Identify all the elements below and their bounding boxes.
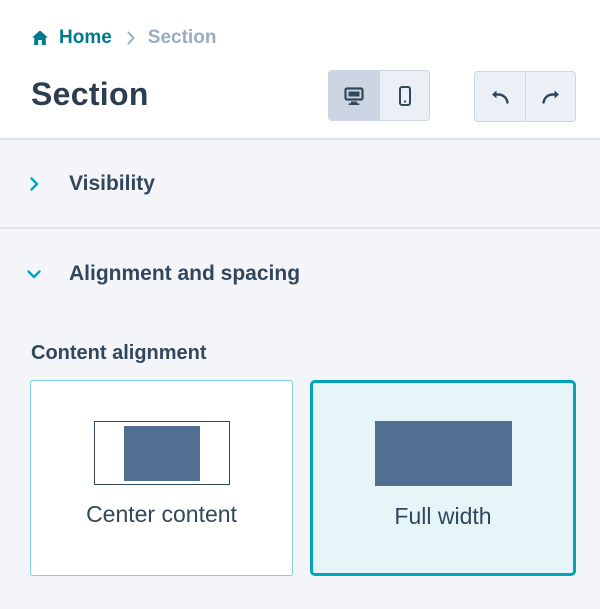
full-width-caption: Full width (394, 503, 492, 529)
undo-icon (492, 90, 509, 104)
breadcrumb-home-label: Home (59, 27, 112, 48)
chevron-right-icon (30, 177, 39, 191)
chevron-right-icon (126, 31, 136, 45)
redo-button[interactable] (525, 72, 575, 121)
chevron-down-icon (27, 270, 41, 279)
center-content-option[interactable]: Center content (30, 380, 293, 576)
section-label-alignment: Alignment and spacing (69, 262, 301, 285)
center-content-caption: Center content (86, 501, 237, 527)
full-width-option[interactable]: Full width (310, 380, 576, 576)
panel-header: Home Section Section (0, 0, 600, 140)
undo-button[interactable] (475, 72, 525, 121)
content-alignment-label: Content alignment (31, 342, 207, 364)
full-width-preview (375, 421, 512, 486)
page-title: Section (31, 76, 149, 112)
breadcrumb: Home Section (31, 26, 216, 50)
mobile-preview-button[interactable] (379, 71, 429, 120)
desktop-icon (344, 86, 364, 105)
center-content-preview (94, 421, 230, 485)
breadcrumb-home-link[interactable]: Home (31, 27, 112, 49)
desktop-preview-button[interactable] (329, 71, 379, 120)
center-content-block (124, 425, 200, 481)
redo-icon (541, 90, 559, 104)
mobile-icon (398, 85, 411, 106)
section-toggle-alignment[interactable]: Alignment and spacing (0, 230, 600, 318)
section-label-visibility: Visibility (69, 172, 155, 195)
device-preview-toggle (328, 70, 430, 121)
home-icon (32, 30, 48, 45)
history-controls (474, 71, 576, 122)
breadcrumb-current: Section (147, 27, 217, 48)
section-toggle-visibility[interactable]: Visibility (0, 141, 600, 229)
